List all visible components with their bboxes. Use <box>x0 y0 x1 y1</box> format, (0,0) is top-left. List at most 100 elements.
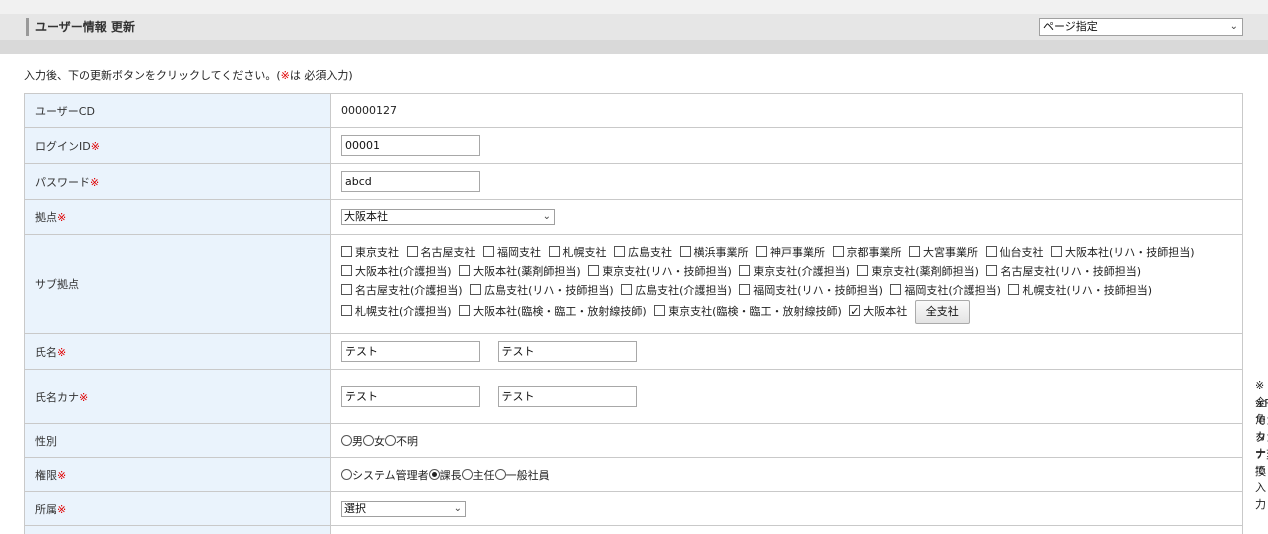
sub-base-item-label: 大阪本社(薬剤師担当) <box>473 265 581 278</box>
sub-base-item-label: 東京支社(臨検・臨工・放射線技師) <box>668 305 842 318</box>
sub-base-item[interactable]: 横浜事業所 <box>679 246 749 259</box>
sub-base-item[interactable]: 東京支社(臨検・臨工・放射線技師) <box>654 305 842 318</box>
checkbox[interactable] <box>459 265 471 276</box>
sub-base-item-label: 広島支社(リハ・技師担当) <box>484 284 614 297</box>
sub-base-item[interactable]: 大阪本社(リハ・技師担当) <box>1051 246 1195 259</box>
sub-base-item-label: 東京支社(介護担当) <box>753 265 850 278</box>
checkbox[interactable] <box>459 305 471 316</box>
checkbox[interactable] <box>739 284 751 295</box>
checkbox[interactable] <box>739 265 751 276</box>
password-label: パスワード※ <box>24 163 331 200</box>
checkbox[interactable] <box>341 284 352 295</box>
sub-base-item[interactable]: 札幌支社 <box>548 246 607 259</box>
checkbox[interactable] <box>857 265 869 276</box>
checkbox[interactable] <box>909 246 920 257</box>
sub-base-item[interactable]: 福岡支社 <box>483 246 541 259</box>
sub-base-item-label: 東京支社 <box>355 246 399 259</box>
checkbox[interactable] <box>548 246 560 257</box>
checkbox[interactable] <box>654 305 666 316</box>
checkbox[interactable] <box>341 246 352 257</box>
checkbox[interactable] <box>986 265 998 276</box>
sub-base-item-label: 福岡支社(リハ・技師担当) <box>753 284 883 297</box>
checkbox[interactable] <box>1051 246 1062 257</box>
checkbox[interactable] <box>1008 284 1020 295</box>
sub-base-item[interactable]: 仙台支社 <box>985 246 1044 259</box>
kana-note-2: ※F7でカタカナ変換 <box>1255 397 1268 478</box>
row-login-id: ログインID※ 00001 <box>24 127 1243 164</box>
row-base: 拠点※ 大阪本社 ⌄ <box>24 199 1243 235</box>
checkbox[interactable] <box>756 246 767 257</box>
gender-radio[interactable] <box>385 434 396 446</box>
row-gender: 性別 男女不明 <box>24 423 1243 458</box>
base-select[interactable]: 大阪本社 ⌄ <box>341 209 555 225</box>
sub-base-item[interactable]: 札幌支社(介護担当) <box>341 305 452 318</box>
gender-option-label: 男 <box>352 434 363 448</box>
checkbox[interactable] <box>985 246 997 257</box>
sub-base-item[interactable]: 大阪本社(薬剤師担当) <box>459 265 581 278</box>
role-radio[interactable] <box>461 468 473 480</box>
instruction-suffix: は 必須入力) <box>289 69 353 82</box>
sub-base-item[interactable]: 大阪本社(介護担当) <box>341 265 452 278</box>
sub-base-item[interactable]: 東京支社(薬剤師担当) <box>857 265 979 278</box>
sub-base-item-label: 仙台支社 <box>999 246 1044 259</box>
first-name-input[interactable]: テスト <box>497 341 637 362</box>
checkbox[interactable] <box>588 265 600 276</box>
gender-radio[interactable] <box>341 434 352 446</box>
sub-base-item[interactable]: 名古屋支社(介護担当) <box>341 284 463 297</box>
checkbox[interactable] <box>614 246 625 257</box>
sub-base-item[interactable]: 東京支社(介護担当) <box>739 265 850 278</box>
sub-base-item-label: 名古屋支社(介護担当) <box>355 284 463 297</box>
checkbox[interactable] <box>890 284 902 295</box>
user-cd-value: 00000127 <box>330 93 1243 128</box>
first-name-kana-input[interactable]: テスト <box>497 386 637 407</box>
gender-option-label: 不明 <box>396 434 418 448</box>
sub-base-item-label: 大阪本社(臨検・臨工・放射線技師) <box>473 305 647 318</box>
login-id-input[interactable]: 00001 <box>341 135 480 156</box>
sub-base-item-label: 横浜事業所 <box>693 246 749 259</box>
gender-radio[interactable] <box>363 434 374 446</box>
password-input[interactable]: abcd <box>341 171 480 192</box>
sub-base-item[interactable]: 札幌支社(リハ・技師担当) <box>1008 284 1152 297</box>
sub-base-item[interactable]: 大阪本社(臨検・臨工・放射線技師) <box>459 305 647 318</box>
last-name-input[interactable]: テスト <box>341 341 480 362</box>
sub-base-item[interactable]: 神戸事業所 <box>756 246 825 259</box>
checkbox[interactable] <box>341 305 352 316</box>
role-radio[interactable] <box>428 468 440 480</box>
gender-label: 性別 <box>24 423 331 458</box>
department-select[interactable]: 選択 ⌄ <box>341 500 466 517</box>
row-role: 権限※ システム管理者 課長 主任 一般社員 <box>24 457 1243 492</box>
role-radio[interactable] <box>494 468 506 480</box>
sub-base-item[interactable]: 広島支社(介護担当) <box>621 284 732 297</box>
checkbox[interactable] <box>470 284 482 295</box>
last-name-kana-input[interactable]: テスト <box>341 386 480 407</box>
page-select-value: ページ指定 <box>1043 20 1098 33</box>
sub-base-item[interactable]: 福岡支社(リハ・技師担当) <box>739 284 883 297</box>
role-option-label: システム管理者 <box>352 468 429 482</box>
sub-base-item[interactable]: 東京支社(リハ・技師担当) <box>588 265 732 278</box>
gender-radio-group: 男女不明 <box>330 423 1243 458</box>
checkbox[interactable] <box>406 246 418 257</box>
sub-base-item[interactable]: 広島支社(リハ・技師担当) <box>470 284 614 297</box>
select-all-branches-button[interactable]: 全支社 <box>914 300 970 324</box>
role-option-label: 一般社員 <box>505 468 550 482</box>
sub-base-item[interactable]: 京都事業所 <box>832 246 902 259</box>
role-radio[interactable] <box>341 468 352 480</box>
checkbox[interactable] <box>341 265 352 276</box>
checkbox[interactable] <box>679 246 691 257</box>
sub-base-item[interactable]: 広島支社 <box>614 246 672 259</box>
checkbox[interactable] <box>483 246 494 257</box>
sub-base-checkbox-list: 東京支社 名古屋支社 福岡支社 札幌支社 広島支社 横浜事業所 神戸事業所 京都… <box>330 234 1243 334</box>
sub-base-item[interactable]: 名古屋支社(リハ・技師担当) <box>986 265 1141 278</box>
checkbox[interactable] <box>849 302 861 321</box>
checkbox[interactable] <box>621 284 633 295</box>
name-label: 氏名※ <box>24 333 331 370</box>
sub-base-item[interactable]: 福岡支社(介護担当) <box>890 284 1001 297</box>
page-select-dropdown[interactable]: ページ指定 ⌄ <box>1039 18 1243 36</box>
checkbox[interactable] <box>832 246 844 257</box>
row-name: 氏名※ テスト テスト <box>24 333 1243 370</box>
sub-base-item[interactable]: 大阪本社 <box>849 302 907 321</box>
sub-base-item[interactable]: 東京支社 <box>341 246 399 259</box>
user-form-table: ユーザーCD 00000127 ログインID※ 00001 パスワード※ abc… <box>24 93 1268 534</box>
sub-base-item[interactable]: 大宮事業所 <box>909 246 978 259</box>
sub-base-item[interactable]: 名古屋支社 <box>406 246 476 259</box>
